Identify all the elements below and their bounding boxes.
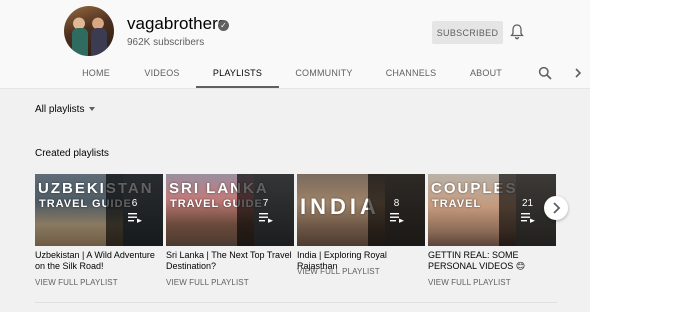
video-count: 7: [262, 197, 269, 209]
playlist-icon: [520, 212, 535, 223]
view-full-playlist-link[interactable]: VIEW FULL PLAYLIST: [166, 278, 249, 287]
tab-playlists[interactable]: PLAYLISTS: [196, 61, 279, 88]
playlist-thumbnail[interactable]: SRI LANKA TRAVEL GUIDE 7: [166, 174, 294, 246]
search-icon[interactable]: [538, 66, 552, 80]
subscribed-button[interactable]: SUBSCRIBED: [432, 21, 503, 44]
video-count: 21: [521, 197, 534, 209]
playlist-count-overlay: 6: [106, 174, 163, 246]
playlist-title[interactable]: Uzbekistan | A Wild Adventure on the Sil…: [35, 250, 163, 272]
playlists-content: All playlists Created playlists UZBEKIST…: [0, 89, 590, 312]
tab-videos[interactable]: VIDEOS: [136, 61, 188, 88]
tab-about[interactable]: ABOUT: [462, 61, 510, 88]
view-full-playlist-link[interactable]: VIEW FULL PLAYLIST: [428, 278, 511, 287]
youtube-channel-page: vagabrothers ✓ 962K subscribers SUBSCRIB…: [0, 0, 590, 312]
playlist-thumbnail[interactable]: UZBEKISTAN TRAVEL GUIDE 6: [35, 174, 163, 246]
tab-community[interactable]: COMMUNITY: [288, 61, 360, 88]
playlist-count-overlay: 7: [237, 174, 294, 246]
carousel-next-button[interactable]: [544, 196, 568, 220]
playlist-thumbnail[interactable]: INDIA 8: [297, 174, 425, 246]
playlist-thumbnail[interactable]: COUPLES TRAVEL 21: [428, 174, 556, 246]
section-title: Created playlists: [35, 148, 109, 159]
chevron-right-icon[interactable]: [572, 67, 584, 79]
thumbnail-subtitle: TRAVEL: [432, 198, 482, 210]
playlist-icon: [127, 212, 142, 223]
caret-down-icon: [89, 107, 96, 112]
chevron-right-icon: [553, 202, 561, 214]
content-divider: [35, 302, 557, 303]
channel-name[interactable]: vagabrothers: [127, 14, 226, 34]
bell-icon[interactable]: [509, 23, 525, 41]
playlist-icon: [258, 212, 273, 223]
playlist-card[interactable]: COUPLES TRAVEL 21 GETTIN REAL: SOME PERS…: [428, 174, 556, 294]
playlist-title[interactable]: GETTIN REAL: SOME PERSONAL VIDEOS 😊: [428, 250, 556, 272]
playlist-card[interactable]: INDIA 8 India | Exploring Royal Rajastha…: [297, 174, 425, 294]
view-full-playlist-link[interactable]: VIEW FULL PLAYLIST: [297, 267, 380, 276]
sort-dropdown[interactable]: All playlists: [35, 104, 96, 115]
verified-check-icon: ✓: [218, 20, 229, 31]
tab-home[interactable]: HOME: [72, 61, 120, 88]
playlist-icon: [389, 212, 404, 223]
video-count: 6: [131, 197, 138, 209]
playlist-card[interactable]: UZBEKISTAN TRAVEL GUIDE 6 Uzbekistan | A…: [35, 174, 163, 294]
playlist-count-overlay: 8: [368, 174, 425, 246]
view-full-playlist-link[interactable]: VIEW FULL PLAYLIST: [35, 278, 118, 287]
channel-header: vagabrothers ✓ 962K subscribers SUBSCRIB…: [0, 0, 590, 88]
channel-tabs: HOME VIDEOS PLAYLISTS COMMUNITY CHANNELS…: [0, 61, 590, 88]
sort-label: All playlists: [35, 104, 85, 115]
playlist-card[interactable]: SRI LANKA TRAVEL GUIDE 7 Sri Lanka | The…: [166, 174, 294, 294]
playlist-title[interactable]: Sri Lanka | The Next Top Travel Destinat…: [166, 250, 294, 272]
video-count: 8: [393, 197, 400, 209]
subscriber-count: 962K subscribers: [127, 37, 205, 48]
tab-channels[interactable]: CHANNELS: [378, 61, 444, 88]
channel-avatar[interactable]: [64, 6, 114, 56]
